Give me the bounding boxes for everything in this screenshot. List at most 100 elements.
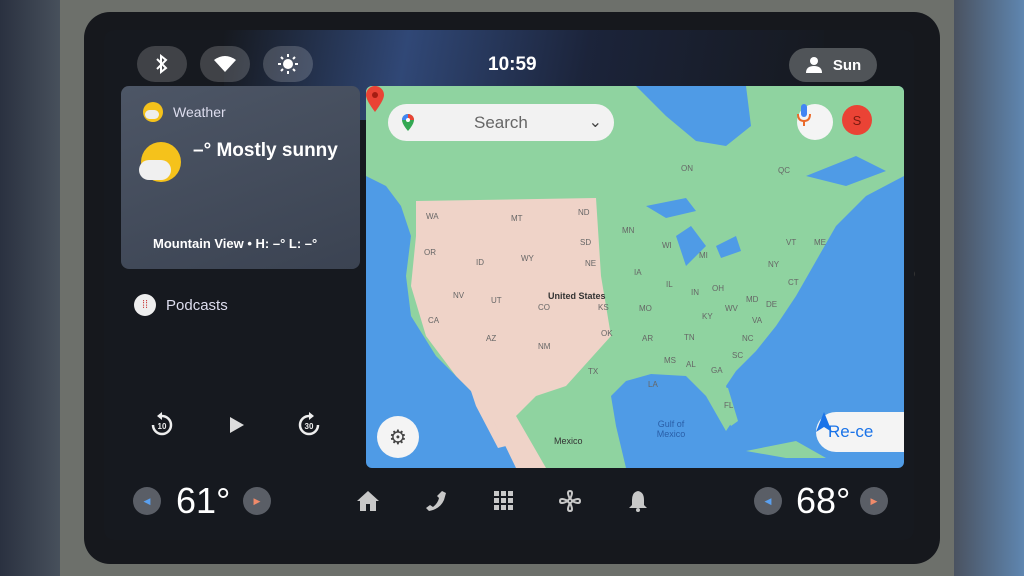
location-pin-icon xyxy=(366,86,384,112)
map-label-state: KY xyxy=(702,312,713,321)
home-icon xyxy=(357,491,379,511)
weather-location: Mountain View • H: –° L: –° xyxy=(153,236,318,251)
map-label-state: NE xyxy=(585,259,597,268)
right-temp-increase-button[interactable]: ▶ xyxy=(860,487,888,515)
chevron-right-icon: ▶ xyxy=(253,495,261,506)
map-label-state: UT xyxy=(491,296,502,305)
left-temp-increase-button[interactable]: ▶ xyxy=(243,487,271,515)
podcasts-app-icon: ⁞⁞ xyxy=(134,294,156,316)
map-label-state: IN xyxy=(691,288,699,297)
map-label-state: MN xyxy=(622,226,635,235)
map-label-state: TN xyxy=(684,333,695,342)
left-temp-decrease-button[interactable]: ◀ xyxy=(133,487,161,515)
weather-app-icon xyxy=(143,102,163,122)
voice-search-button[interactable] xyxy=(797,104,833,140)
clock: 10:59 xyxy=(488,54,537,75)
podcasts-title: Podcasts xyxy=(166,296,228,314)
right-temperature: 68° xyxy=(796,480,851,521)
rewind-10-button[interactable]: 10 xyxy=(145,408,179,442)
map-label-state: LA xyxy=(648,380,658,389)
chevron-left-icon: ◀ xyxy=(143,495,151,506)
map-label-state: OK xyxy=(601,329,613,338)
map-label-state: IA xyxy=(634,268,642,277)
map-label-state: AZ xyxy=(486,334,497,343)
nav-home-button[interactable] xyxy=(353,486,383,516)
map-search-bar[interactable]: Search ⌄ xyxy=(388,104,614,141)
weather-title: Weather xyxy=(173,104,226,120)
map-label-state: SC xyxy=(732,351,744,360)
background-right xyxy=(954,0,1024,576)
weather-card[interactable]: Weather –° Mostly sunny Mountain View • … xyxy=(121,86,360,269)
map-settings-button[interactable]: ⚙ xyxy=(377,416,419,458)
right-temp-decrease-button[interactable]: ◀ xyxy=(754,487,782,515)
map-label-state: NV xyxy=(453,291,465,300)
nav-climate-button[interactable] xyxy=(555,486,585,516)
microphone-icon xyxy=(797,104,811,126)
map-label-state: VT xyxy=(786,238,797,247)
map-label-state: NY xyxy=(768,260,780,269)
replay-10-icon: 10 xyxy=(151,412,173,436)
map-label-state: CO xyxy=(538,303,550,312)
map-label-state: FL xyxy=(724,401,734,410)
nav-apps-button[interactable] xyxy=(489,486,519,516)
recenter-label: Re-ce xyxy=(828,422,874,441)
partly-sunny-icon xyxy=(139,142,181,182)
left-temperature: 61° xyxy=(176,480,231,521)
podcasts-card-header[interactable]: ⁞⁞ Podcasts xyxy=(134,294,228,316)
wifi-icon xyxy=(214,56,236,72)
map-label-us: United States xyxy=(548,291,606,301)
search-placeholder: Search xyxy=(474,113,528,132)
gear-icon: ⚙ xyxy=(389,426,407,449)
forward-30-icon: 30 xyxy=(298,412,320,436)
map-label-state: OH xyxy=(712,284,724,293)
bluetooth-button[interactable] xyxy=(137,46,187,82)
map-label-state: NC xyxy=(742,334,754,343)
navigation-arrow-icon xyxy=(816,412,832,432)
brightness-button[interactable] xyxy=(263,46,313,82)
map-view[interactable]: United States Mexico Gulf of Mexico WA O… xyxy=(366,86,904,468)
user-profile-button[interactable]: Sun xyxy=(789,48,877,82)
chevron-left-icon: ◀ xyxy=(764,495,772,506)
recenter-button[interactable]: Re-ce xyxy=(816,412,904,452)
map-label-state: MO xyxy=(639,304,652,313)
map-label-state: MI xyxy=(699,251,708,260)
map-label-state: DE xyxy=(766,300,778,309)
bell-icon xyxy=(629,491,647,512)
google-maps-icon xyxy=(402,114,414,131)
map-label-state: WI xyxy=(662,241,672,250)
map-label-state: SD xyxy=(580,238,592,247)
map-label-state: ON xyxy=(681,164,693,173)
map-label-state: WY xyxy=(521,254,534,263)
map-label-mexico: Mexico xyxy=(554,436,583,446)
map-label-state: MD xyxy=(746,295,759,304)
bluetooth-icon xyxy=(156,54,168,74)
map-label-state: AL xyxy=(686,360,696,369)
map-label-state: GA xyxy=(711,366,723,375)
map-label-state: QC xyxy=(778,166,790,175)
fan-icon xyxy=(558,489,582,513)
map-label-state: VA xyxy=(752,316,763,325)
map-label-state: ND xyxy=(578,208,590,217)
cuba xyxy=(746,441,826,458)
person-icon xyxy=(805,57,822,73)
map-label-state: ME xyxy=(814,238,826,247)
map-label-state: AR xyxy=(642,334,654,343)
play-icon xyxy=(230,417,244,433)
svg-text:30: 30 xyxy=(305,422,314,431)
chevron-down-icon[interactable]: ⌄ xyxy=(589,112,602,132)
weather-condition: –° Mostly sunny xyxy=(193,140,338,161)
map-label-state: CA xyxy=(428,316,440,325)
account-avatar[interactable]: S xyxy=(842,105,872,135)
map-label-state: WV xyxy=(725,304,738,313)
map-label-state: MT xyxy=(511,214,523,223)
play-button[interactable] xyxy=(219,408,253,442)
map-canvas xyxy=(366,86,904,468)
map-label-state: OR xyxy=(424,248,436,257)
forward-30-button[interactable]: 30 xyxy=(292,408,326,442)
map-label-state: MS xyxy=(664,356,676,365)
wifi-button[interactable] xyxy=(200,46,250,82)
nav-notifications-button[interactable] xyxy=(623,486,653,516)
nav-phone-button[interactable] xyxy=(421,486,451,516)
user-name: Sun xyxy=(832,56,862,74)
map-label-state: IL xyxy=(666,280,673,289)
